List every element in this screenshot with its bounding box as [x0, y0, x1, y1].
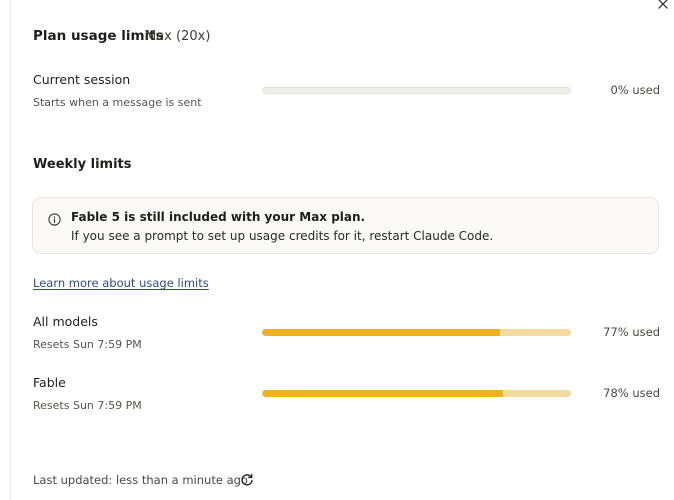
progress-fill [262, 329, 500, 336]
current-session-percent: 0% used [610, 83, 660, 97]
refresh-icon[interactable] [239, 472, 255, 488]
fable-progress [262, 390, 571, 397]
progress-fill [262, 390, 504, 397]
fable-reset: Resets Sun 7:59 PM [33, 399, 142, 412]
fable-label: Fable [33, 375, 66, 390]
info-icon [48, 211, 61, 226]
current-session-label: Current session [33, 72, 131, 87]
all-models-progress [262, 329, 571, 336]
all-models-percent: 77% used [603, 325, 660, 339]
fable-percent: 78% used [603, 386, 660, 400]
notice-box: Fable 5 is still included with your Max … [32, 197, 659, 254]
notice-body: If you see a prompt to set up usage cred… [71, 229, 494, 243]
last-updated: Last updated: less than a minute ago [33, 473, 248, 487]
close-icon[interactable] [656, 0, 670, 10]
usage-panel: Plan usage limits Max (20x) Current sess… [0, 0, 674, 500]
divider [10, 0, 11, 500]
current-session-sub: Starts when a message is sent [33, 96, 202, 109]
all-models-reset: Resets Sun 7:59 PM [33, 338, 142, 351]
learn-more-link[interactable]: Learn more about usage limits [33, 276, 209, 290]
plan-name: Max (20x) [145, 29, 211, 44]
all-models-label: All models [33, 314, 98, 329]
weekly-limits-title: Weekly limits [33, 157, 132, 172]
current-session-progress [262, 87, 571, 94]
notice-heading: Fable 5 is still included with your Max … [71, 210, 366, 224]
